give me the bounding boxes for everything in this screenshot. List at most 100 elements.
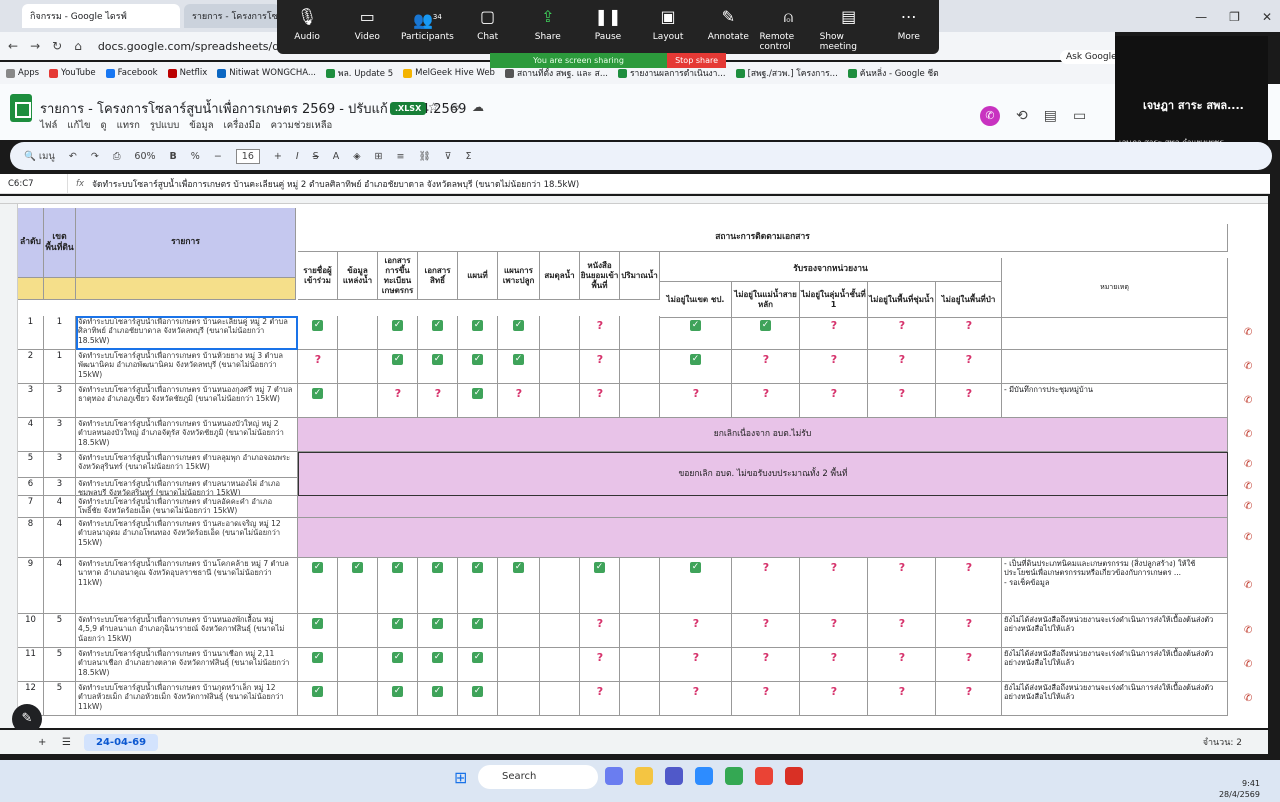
bookmark-7[interactable]: สถานที่ตั้ง สพฐ. และ ส... (504, 66, 608, 80)
menu-file[interactable]: ไฟล์ (40, 118, 57, 133)
phone-icon[interactable]: ✆ (1244, 659, 1252, 670)
row-status-cell[interactable] (498, 682, 540, 716)
row-item[interactable]: จัดทำระบบโซลาร์สูบน้ำเพื่อการเกษตร บ้านห… (76, 614, 298, 648)
row-item[interactable]: จัดทำระบบโซลาร์สูบน้ำเพื่อการเกษตร ตำบลน… (76, 478, 298, 496)
row-no[interactable]: 7 (18, 496, 44, 518)
row-status-cell[interactable] (620, 316, 660, 350)
row-zone[interactable]: 3 (44, 478, 76, 496)
row-item[interactable]: จัดทำระบบโซลาร์สูบน้ำเพื่อการเกษตร บ้านโ… (76, 558, 298, 614)
menu-tools[interactable]: เครื่องมือ (224, 118, 261, 133)
row-item[interactable]: จัดทำระบบโซลาร์สูบน้ำเพื่อการเกษตร บ้านก… (76, 682, 298, 716)
phone-icon[interactable]: ✆ (1244, 532, 1252, 543)
row-zone[interactable]: 3 (44, 384, 76, 418)
row-status-cell[interactable] (338, 316, 378, 350)
bold-icon[interactable]: B (170, 151, 177, 162)
row-item[interactable]: จัดทำระบบโซลาร์สูบน้ำเพื่อการเกษตร บ้านห… (76, 384, 298, 418)
text-color-icon[interactable]: A (333, 151, 340, 162)
bookmark-netflix[interactable]: Netflix (167, 68, 207, 78)
windows-start-icon[interactable]: ⊞ (454, 768, 467, 787)
font-plus-icon[interactable]: + (274, 151, 282, 162)
row-zone[interactable]: 5 (44, 682, 76, 716)
phone-icon[interactable]: ✆ (1244, 693, 1252, 704)
more-button[interactable]: ⋯ More (880, 6, 938, 54)
undo-icon[interactable]: ↶ (69, 151, 77, 162)
row-status-cell[interactable] (620, 648, 660, 682)
row-item[interactable]: จัดทำระบบโซลาร์สูบน้ำเพื่อการเกษตร บ้านห… (76, 418, 298, 452)
row-note[interactable] (1002, 316, 1228, 350)
zoom-video-pip[interactable]: เจษฎา สาระ สพล.... เจษฎา สาระ สพล.กำแพงเ… (1115, 36, 1268, 150)
phone-icon[interactable]: ✆ (1244, 501, 1252, 512)
row-zone[interactable]: 1 (44, 316, 76, 350)
row-status-cell[interactable] (540, 350, 580, 384)
row-status-cell[interactable] (620, 614, 660, 648)
stop-share-button[interactable]: Stop share (667, 53, 726, 68)
row-no[interactable]: 10 (18, 614, 44, 648)
copilot-icon[interactable] (605, 767, 623, 785)
font-size-field[interactable]: 16 (235, 148, 260, 164)
explorer-icon[interactable] (635, 767, 653, 785)
row-item[interactable]: จัดทำระบบโซลาร์สูบน้ำเพื่อการเกษตร บ้านห… (76, 350, 298, 384)
redo-icon[interactable]: ↷ (91, 151, 99, 162)
filter-icon[interactable]: ⊽ (445, 151, 452, 162)
row-no[interactable]: 3 (18, 384, 44, 418)
ask-google-button[interactable]: Ask Google (1060, 50, 1123, 64)
chat-button[interactable]: ▢ Chat (459, 6, 517, 54)
cloud-icon[interactable]: ☁ (472, 100, 484, 114)
phone-icon[interactable]: ✆ (1244, 429, 1252, 440)
bookmark-10[interactable]: ค้นหลิ่ง - Google ชีต (847, 66, 939, 80)
sheets-logo-icon[interactable] (10, 94, 32, 122)
row-note[interactable]: ยังไม่ได้ส่งหนังสือถึงหน่วยงานจะเร่งดำเน… (1002, 614, 1228, 648)
phone-icon[interactable]: ✆ (1244, 481, 1252, 492)
phone-icon[interactable]: ✆ (1244, 327, 1252, 338)
strike-icon[interactable]: S (313, 151, 319, 162)
row-status-cell[interactable] (540, 558, 580, 614)
comment-icon[interactable]: ▤ (1044, 108, 1057, 124)
avatar[interactable]: ✆ (980, 106, 1000, 126)
teams-icon[interactable] (665, 767, 683, 785)
row-no[interactable]: 1 (18, 316, 44, 350)
row-no[interactable]: 4 (18, 418, 44, 452)
row-note[interactable]: - เป็นที่ดินประเภทนิคมและเกษตรกรรม (สิ่ง… (1002, 558, 1228, 614)
row-status-cell[interactable] (540, 648, 580, 682)
phone-icon[interactable]: ✆ (1244, 459, 1252, 470)
font-minus-icon[interactable]: − (214, 151, 222, 162)
phone-icon[interactable]: ✆ (1244, 625, 1252, 636)
row-note[interactable]: ยังไม่ได้ส่งหนังสือถึงหน่วยงานจะเร่งดำเน… (1002, 648, 1228, 682)
participants-button[interactable]: 👥34 Participants (398, 6, 456, 54)
menu-format[interactable]: รูปแบบ (150, 118, 179, 133)
row-zone[interactable]: 3 (44, 452, 76, 478)
remote-control-button[interactable]: ⍝ Remote control (759, 6, 817, 54)
borders-icon[interactable]: ⊞ (375, 151, 383, 162)
row-item[interactable]: จัดทำระบบโซลาร์สูบน้ำเพื่อการเกษตร บ้านส… (76, 518, 298, 558)
tab-sheets[interactable]: รายการ - โครงการโซล่าร์ (184, 4, 280, 28)
bookmark-5[interactable]: พล. Update 5 (326, 66, 393, 80)
row-zone[interactable]: 3 (44, 418, 76, 452)
phone-icon[interactable]: ✆ (1244, 580, 1252, 591)
bookmark-6[interactable]: MelGeek Hive Web (403, 68, 495, 78)
zoom-select[interactable]: 60% (134, 151, 155, 162)
row-status-cell[interactable] (540, 682, 580, 716)
fill-color-icon[interactable]: ◈ (353, 151, 360, 162)
row-note[interactable] (1002, 350, 1228, 384)
row-status-cell[interactable] (338, 614, 378, 648)
row-zone[interactable]: 4 (44, 496, 76, 518)
bookmark-youtube[interactable]: YouTube (49, 68, 96, 78)
row-status-cell[interactable] (338, 648, 378, 682)
row-no[interactable]: 8 (18, 518, 44, 558)
row-no[interactable]: 6 (18, 478, 44, 496)
chrome-icon[interactable] (725, 767, 743, 785)
print-icon[interactable]: ⎙ (113, 151, 121, 162)
row-status-cell[interactable] (338, 682, 378, 716)
search-icon[interactable]: 🔍 เมนู (24, 149, 55, 164)
history-icon[interactable]: ⟲ (1016, 108, 1028, 124)
spreadsheet-grid[interactable]: ลำดับ เขตพื้นที่ดิน รายการ สถานะการติดตา… (0, 196, 1268, 728)
row-zone[interactable]: 5 (44, 648, 76, 682)
row-item[interactable]: จัดทำระบบโซลาร์สูบน้ำเพื่อการเกษตร ตำบลล… (76, 452, 298, 478)
meet-icon[interactable]: ▭ (1073, 108, 1086, 124)
folder-icon[interactable]: ▱ (451, 100, 460, 114)
reload-icon[interactable]: ↻ (52, 39, 62, 53)
row-status-cell[interactable] (540, 316, 580, 350)
row-status-cell[interactable] (540, 384, 580, 418)
row-note[interactable]: - มีบันทึกการประชุมหมู่บ้าน (1002, 384, 1228, 418)
maximize-icon[interactable]: ❐ (1229, 10, 1240, 24)
